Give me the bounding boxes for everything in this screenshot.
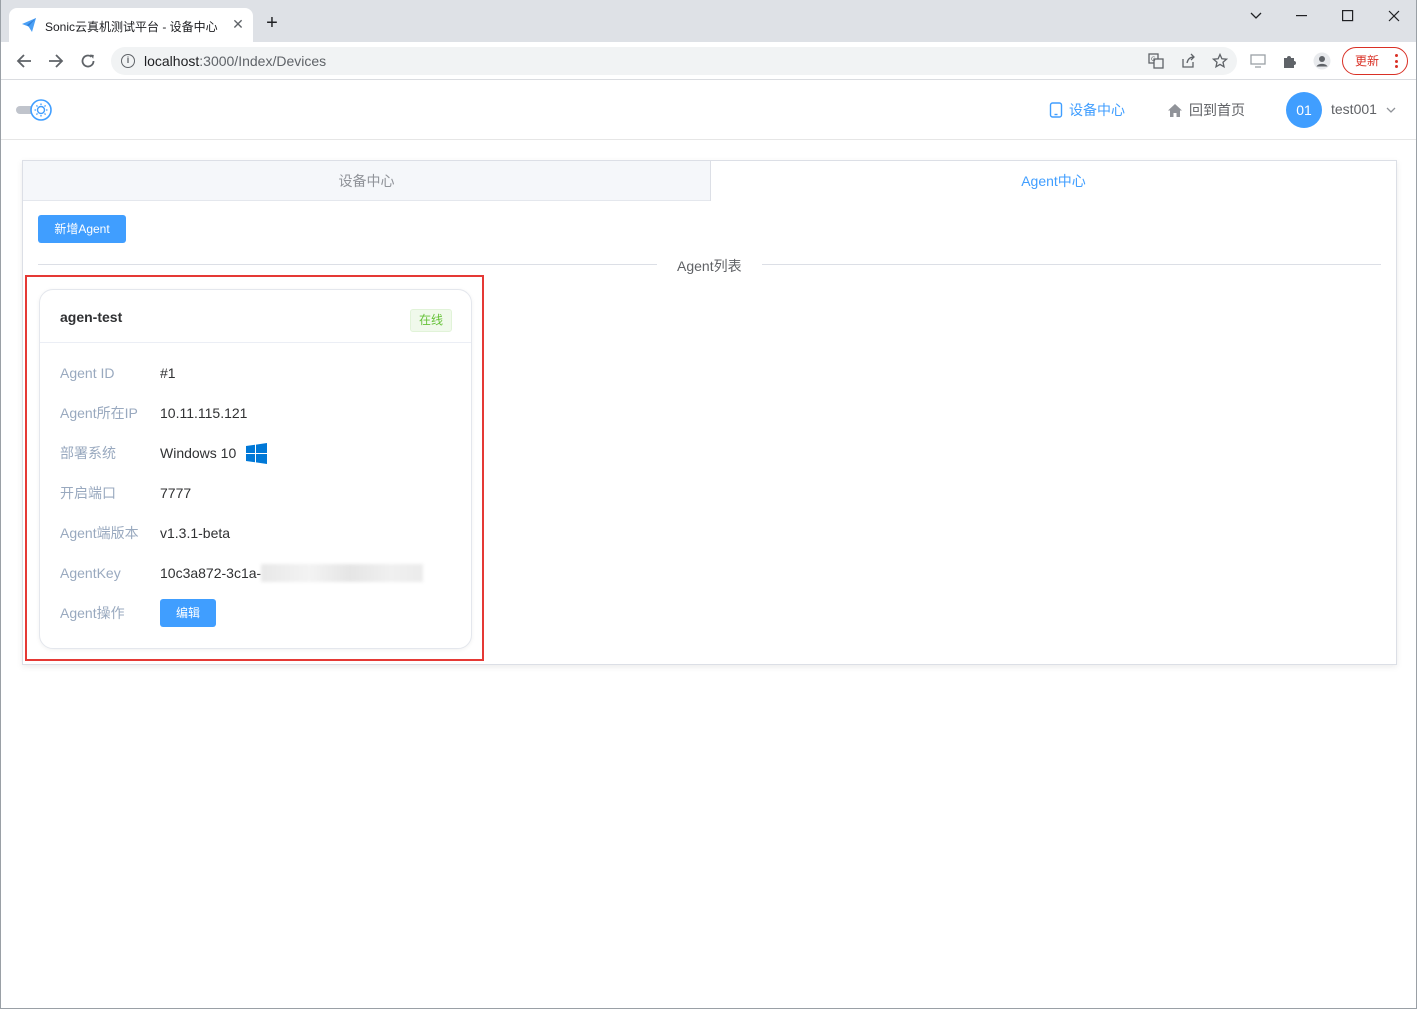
agent-os-text: Windows 10 — [160, 445, 237, 461]
reload-icon[interactable] — [77, 50, 99, 72]
avatar[interactable]: 01 — [1286, 92, 1322, 128]
minimize-icon[interactable] — [1279, 4, 1325, 28]
browser-tabstrip: Sonic云真机测试平台 - 设备中心 ✕ + — [1, 0, 1416, 42]
browser-tab[interactable]: Sonic云真机测试平台 - 设备中心 ✕ — [9, 8, 253, 42]
agent-ip-label: Agent所在IP — [60, 405, 138, 421]
url-text: localhost:3000/Index/Devices — [144, 53, 327, 69]
agent-id-label: Agent ID — [60, 365, 115, 381]
chevron-down-icon[interactable] — [1385, 104, 1397, 116]
agent-ip-value: 10.11.115.121 — [160, 405, 248, 421]
agent-key-value: 10c3a872-3c1a- — [160, 564, 424, 582]
tabs-bar: 设备中心 Agent中心 — [23, 161, 1396, 201]
header-home-link[interactable]: 回到首页 — [1167, 100, 1245, 120]
agent-version-row: Agent端版本 v1.3.1-beta — [60, 523, 230, 543]
home-icon — [1168, 103, 1182, 117]
agent-key-row: AgentKey 10c3a872-3c1a- — [60, 563, 424, 583]
omnibox-actions: G — [1147, 52, 1229, 70]
windows-logo-icon — [246, 442, 268, 464]
agent-key-redacted — [261, 564, 424, 582]
update-button[interactable]: 更新 — [1342, 47, 1408, 75]
agent-key-label: AgentKey — [60, 565, 121, 581]
paper-plane-icon — [22, 18, 36, 32]
agent-key-text: 10c3a872-3c1a- — [160, 565, 262, 581]
agent-os-row: 部署系统 Windows 10 — [60, 442, 268, 464]
update-label: 更新 — [1355, 54, 1380, 68]
agent-os-value: Windows 10 — [160, 442, 268, 464]
header-devices-link[interactable]: 设备中心 — [1049, 100, 1125, 120]
agent-port-row: 开启端口 7777 — [60, 483, 191, 503]
header-devices-label: 设备中心 — [1069, 102, 1125, 118]
tab-agent-center[interactable]: Agent中心 — [710, 161, 1396, 201]
browser-toolbar: i localhost:3000/Index/Devices G 更新 — [1, 42, 1416, 80]
puzzle-icon[interactable] — [1281, 52, 1299, 70]
agent-os-label: 部署系统 — [60, 445, 116, 461]
agent-action-row: Agent操作 编辑 — [60, 599, 216, 627]
back-arrow-icon[interactable] — [13, 50, 35, 72]
tab-title: Sonic云真机测试平台 - 设备中心 — [45, 20, 218, 34]
add-agent-button[interactable]: 新增Agent — [38, 215, 126, 243]
profile-icon[interactable] — [1313, 52, 1331, 70]
new-tab-icon[interactable]: + — [263, 13, 281, 33]
info-icon[interactable]: i — [121, 54, 135, 68]
forward-arrow-icon[interactable] — [45, 50, 67, 72]
sonic-logo-icon[interactable] — [15, 98, 55, 122]
agent-action-label: Agent操作 — [60, 605, 125, 621]
chevron-down-icon[interactable] — [1233, 4, 1279, 28]
more-vertical-icon — [1395, 54, 1398, 68]
tab-devices[interactable]: 设备中心 — [23, 161, 710, 201]
browser-window: Sonic云真机测试平台 - 设备中心 ✕ + i localhost:3000… — [0, 0, 1417, 1009]
agent-port-value: 7777 — [160, 485, 192, 501]
status-badge: 在线 — [410, 309, 452, 332]
agent-version-value: v1.3.1-beta — [160, 525, 231, 541]
agent-card: agen-test 在线 Agent ID #1 Agent所在IP 10.11… — [39, 289, 472, 649]
extension-icons — [1249, 52, 1331, 70]
maximize-icon[interactable] — [1325, 4, 1371, 28]
star-icon[interactable] — [1211, 52, 1229, 70]
close-icon[interactable]: ✕ — [229, 15, 247, 33]
agent-version-label: Agent端版本 — [60, 525, 139, 541]
edit-button[interactable]: 编辑 — [160, 599, 216, 627]
main-tabs-card: 设备中心 Agent中心 新增Agent Agent列表 agen-test 在… — [22, 160, 1397, 665]
window-close-icon[interactable] — [1371, 4, 1416, 28]
address-bar[interactable]: i localhost:3000/Index/Devices G — [111, 47, 1237, 75]
agent-card-header: agen-test 在线 — [40, 290, 471, 343]
share-icon[interactable] — [1179, 52, 1197, 70]
translate-icon[interactable]: G — [1147, 52, 1165, 70]
agent-id-row: Agent ID #1 — [60, 363, 176, 383]
agent-id-value: #1 — [160, 365, 176, 381]
svg-text:G: G — [1151, 56, 1156, 63]
agent-list-title: Agent列表 — [657, 256, 762, 276]
agent-port-label: 开启端口 — [60, 485, 116, 501]
agent-name: agen-test — [60, 309, 123, 325]
header-home-label: 回到首页 — [1189, 102, 1245, 118]
media-icon[interactable] — [1249, 52, 1267, 70]
username[interactable]: test001 — [1331, 101, 1377, 117]
app-header: 设备中心 回到首页 01 test001 — [1, 80, 1416, 140]
agent-ip-row: Agent所在IP 10.11.115.121 — [60, 403, 247, 423]
agent-action-value: 编辑 — [160, 599, 216, 627]
mobile-icon — [1049, 102, 1063, 118]
